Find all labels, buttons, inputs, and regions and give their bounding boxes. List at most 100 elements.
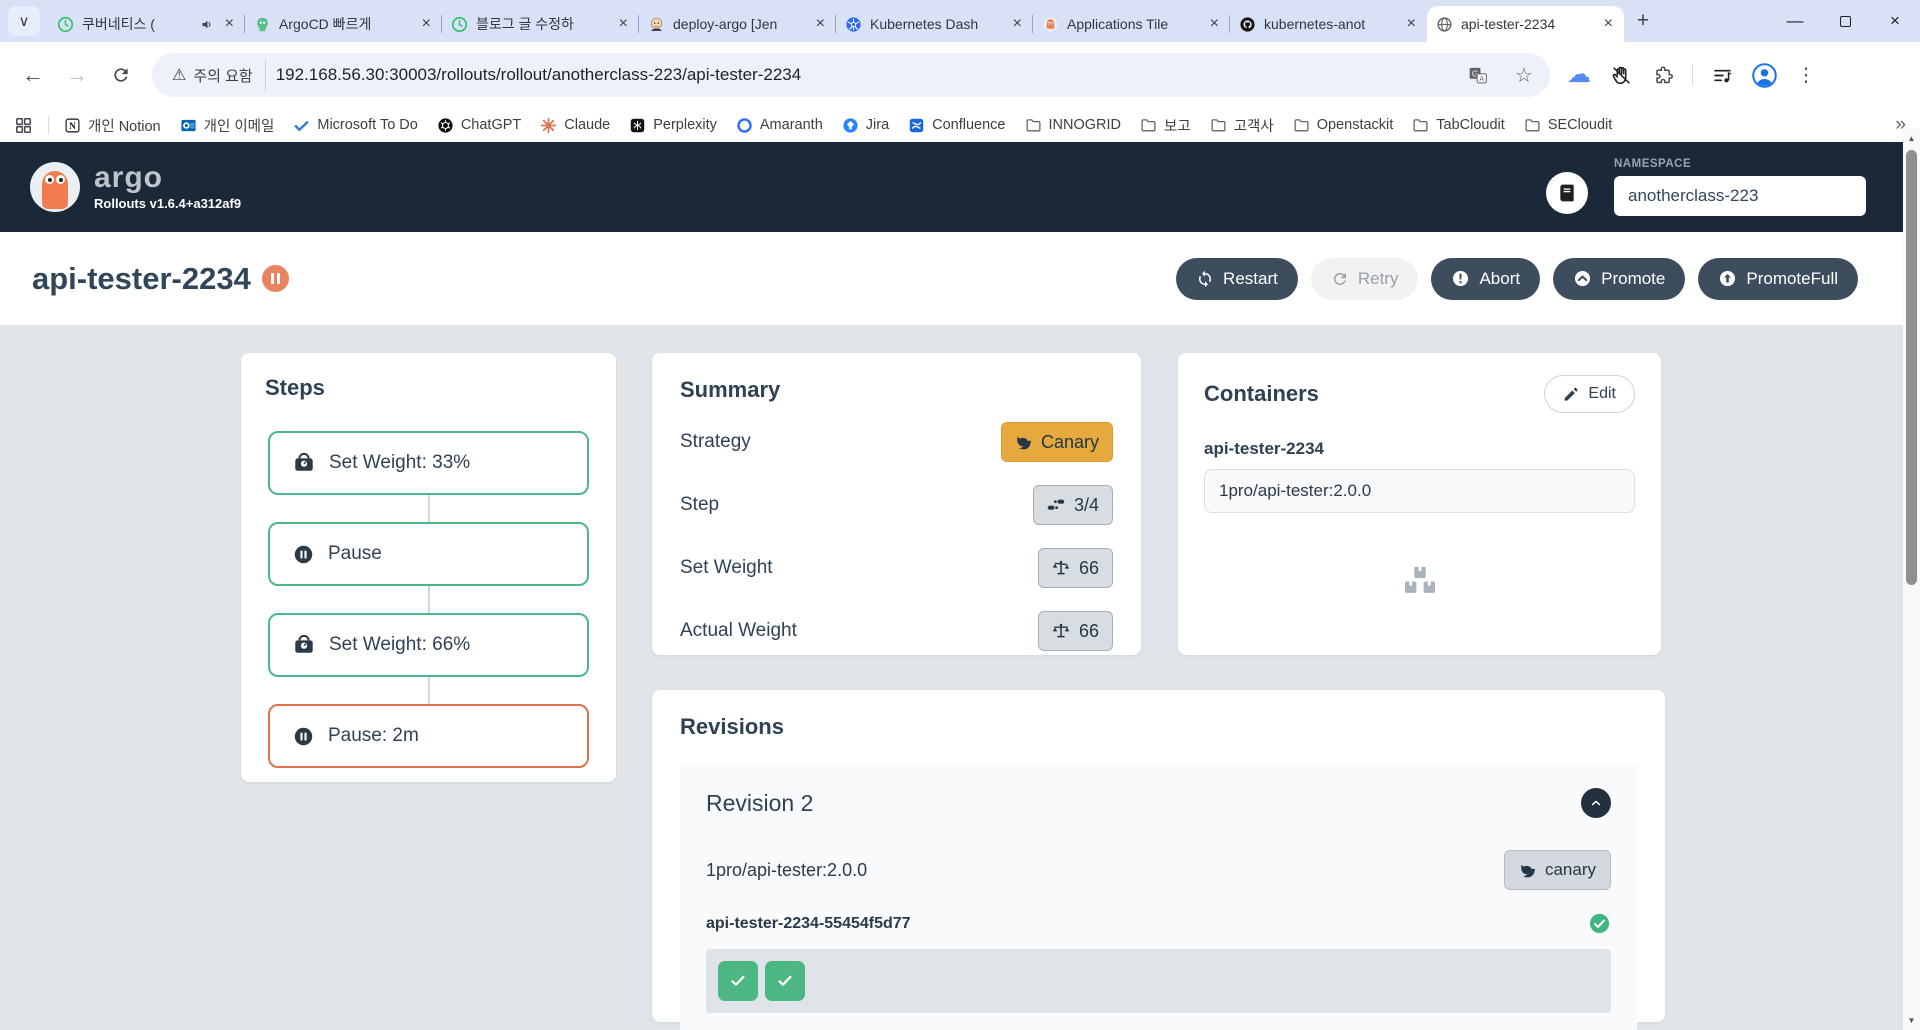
new-tab-button[interactable]: + [1628,6,1658,36]
tab-jenkins[interactable]: deploy-argo [Jen × [638,6,836,42]
tab-close-icon[interactable]: × [617,15,630,33]
steps-card: Steps Set Weight: 33% Pause Set Weight: … [241,353,616,782]
set-weight-value: 66 [1078,557,1099,578]
bookmark-label: 보고 [1164,118,1191,135]
step-set-weight-66[interactable]: Set Weight: 66% [268,613,589,677]
bookmark-folder-tabcloudit[interactable]: TabCloudit [1412,117,1505,134]
bookmark-folder-innogrid[interactable]: INNOGRID [1025,117,1122,134]
browser-menu-icon[interactable]: ⋮ [1789,58,1823,92]
edit-label: Edit [1588,385,1616,402]
bookmark-star-icon[interactable]: ☆ [1506,57,1542,93]
scrollbar-down-icon[interactable]: ▼ [1903,1012,1920,1028]
url-text[interactable]: 192.168.56.30:30003/rollouts/rollout/ano… [276,65,1450,85]
tab-kubernetes-dashboard[interactable]: Kubernetes Dash × [835,6,1033,42]
scrollbar-up-icon[interactable]: ▲ [1903,130,1920,146]
window-minimize-button[interactable]: — [1770,0,1820,42]
clock-green-icon [451,16,468,32]
scrollbar-thumb[interactable] [1906,150,1917,585]
step-value: 3/4 [1073,494,1099,515]
tab-close-icon[interactable]: × [1405,15,1418,33]
containers-title: Containers [1204,381,1319,406]
bookmark-email[interactable]: 개인 이메일 [180,115,274,136]
forward-button[interactable]: → [58,56,96,94]
notion-icon: N [65,118,80,132]
retry-button[interactable]: Retry [1310,257,1419,300]
tab-blog[interactable]: 블로그 글 수정하 × [441,6,639,42]
bookmark-jira[interactable]: Jira [842,117,889,134]
reload-button[interactable] [102,56,140,94]
promote-label: Promote [1601,268,1666,288]
bookmark-folder-customers[interactable]: 고객사 [1210,115,1274,136]
clock-green-icon [57,16,74,32]
bookmark-folder-bogo[interactable]: 보고 [1140,115,1191,136]
maximize-icon [1839,15,1851,27]
set-weight-badge: 66 [1037,548,1113,588]
tab-close-icon[interactable]: × [1602,15,1615,33]
profile-avatar[interactable] [1747,58,1781,92]
tab-close-icon[interactable]: × [1208,15,1221,33]
tab-title: kubernetes-anot [1264,16,1366,32]
pod-status-healthy[interactable] [718,961,758,1001]
tab-github[interactable]: kubernetes-anot × [1229,6,1427,42]
revision-collapse-button[interactable] [1581,788,1611,818]
bookmark-notion[interactable]: N 개인 Notion [64,115,161,136]
promote-button[interactable]: Promote [1553,257,1686,300]
bookmark-label: Confluence [932,117,1006,133]
hand-extension-icon[interactable] [1604,58,1638,92]
step-label: Pause: 2m [328,725,419,746]
bookmark-chatgpt[interactable]: ChatGPT [437,117,521,134]
speaker-icon[interactable] [200,17,215,32]
tab-search-button[interactable]: ∨ [8,6,40,36]
edit-containers-button[interactable]: Edit [1544,375,1635,413]
window-close-button[interactable]: × [1870,0,1920,42]
namespace-block: NAMESPACE [1614,158,1866,216]
address-bar[interactable]: ⚠ 주의 요함 192.168.56.30:30003/rollouts/rol… [152,53,1550,97]
bookmark-ms-todo[interactable]: Microsoft To Do [293,117,418,134]
cloud-sync-icon[interactable]: ☁ [1562,58,1596,92]
restart-label: Restart [1223,268,1278,288]
namespace-input[interactable] [1614,176,1866,216]
step-set-weight-33[interactable]: Set Weight: 33% [268,431,589,495]
abort-button[interactable]: Abort [1431,257,1541,300]
tab-close-icon[interactable]: × [814,15,827,33]
argo-logo-icon[interactable] [30,162,80,212]
step-label: Set Weight: 66% [329,634,471,655]
tab-argo-applications[interactable]: Applications Tile × [1032,6,1230,42]
containers-card: Containers Edit api-tester-2234 1pro/api… [1178,353,1661,655]
media-controls-icon[interactable] [1705,58,1739,92]
step-pause[interactable]: Pause [268,522,589,586]
tab-close-icon[interactable]: × [1011,15,1024,33]
docs-button[interactable] [1546,172,1588,214]
container-image-field[interactable]: 1pro/api-tester:2.0.0 [1204,469,1635,513]
page-scrollbar[interactable]: ▲ ▼ [1903,128,1920,1030]
pod-status-healthy[interactable] [765,961,805,1001]
apps-grid-icon[interactable] [14,116,33,135]
translate-icon[interactable]: GA [1460,57,1496,93]
bookmark-label: INNOGRID [1048,117,1122,133]
step-pause-2m[interactable]: Pause: 2m [268,704,589,768]
folder-icon [1525,118,1540,131]
tab-close-icon[interactable]: × [420,15,433,33]
tab-api-tester-active[interactable]: api-tester-2234 × [1427,6,1624,42]
todo-icon [294,120,309,131]
promote-full-button[interactable]: PromoteFull [1698,257,1858,300]
window-maximize-button[interactable] [1820,0,1870,42]
revision-item: Revision 2 1pro/api-tester:2.0.0 canary … [680,764,1637,1030]
folder-icon [1211,118,1226,131]
back-button[interactable]: ← [14,56,52,94]
bookmark-folder-openstackit[interactable]: Openstackit [1293,117,1393,134]
bookmark-folder-secloudit[interactable]: SECloudit [1524,117,1612,134]
restart-button[interactable]: Restart [1176,257,1298,300]
tab-close-icon[interactable]: × [223,15,236,33]
folder-icon [1413,118,1428,131]
site-security-chip[interactable]: ⚠ 주의 요함 [168,59,266,91]
bookmark-perplexity[interactable]: Perplexity [629,117,717,134]
extensions-puzzle-icon[interactable] [1646,58,1680,92]
bookmark-claude[interactable]: Claude [540,117,610,134]
bookmark-confluence[interactable]: Confluence [908,117,1006,134]
summary-row-strategy: Strategy Canary [680,422,1113,462]
tab-argocd[interactable]: ArgoCD 빠르게 × [244,6,442,42]
tab-kubernetes[interactable]: 쿠버네티스 ( × [48,6,245,42]
bookmark-amaranth[interactable]: Amaranth [736,117,823,134]
perplexity-icon [630,118,645,132]
